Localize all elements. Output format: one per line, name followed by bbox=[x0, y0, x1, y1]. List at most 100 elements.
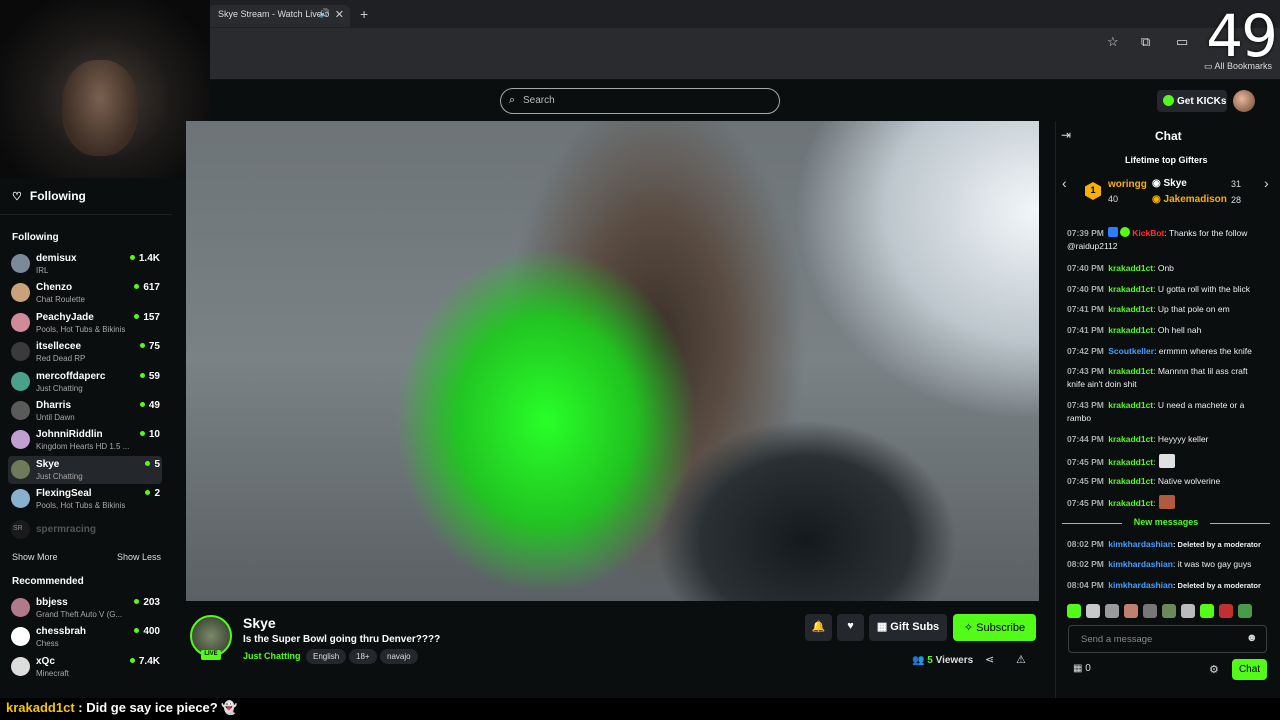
show-more-button[interactable]: Show More bbox=[12, 552, 58, 562]
speaker-icon[interactable]: 🔊 bbox=[319, 8, 330, 19]
emote-bar bbox=[1067, 604, 1272, 620]
share-icon[interactable]: ⋖ bbox=[985, 653, 994, 666]
message-username[interactable]: krakadd1ct bbox=[1108, 325, 1153, 335]
message-time: 08:02 PM bbox=[1067, 559, 1104, 569]
sidebar-item-chenzo[interactable]: Chenzo Chat Roulette 617 bbox=[8, 279, 162, 307]
chat-message: 07:41 PM krakadd1ct: Oh hell nah bbox=[1067, 324, 1267, 337]
chat-message: 07:40 PM krakadd1ct: Onb bbox=[1067, 262, 1267, 275]
emote[interactable] bbox=[1219, 604, 1233, 618]
gift-count[interactable]: ▦ 0 bbox=[1073, 663, 1091, 674]
message-username[interactable]: krakadd1ct bbox=[1108, 400, 1153, 410]
search-icon: ⌕ bbox=[509, 94, 516, 106]
search-input[interactable]: ⌕ Search bbox=[500, 88, 780, 114]
tag-mature[interactable]: 18+ bbox=[349, 649, 377, 664]
message-username[interactable]: kimkhardashian bbox=[1108, 539, 1173, 549]
gift-subs-button[interactable]: ▦ Gift Subs bbox=[869, 614, 947, 641]
follow-heart-button[interactable]: ♥ bbox=[837, 614, 864, 641]
viewer-count: 10 bbox=[139, 429, 160, 440]
stream-category[interactable]: Just Chatting bbox=[243, 651, 301, 661]
message-username[interactable]: krakadd1ct bbox=[1108, 366, 1153, 376]
channel-category: Just Chatting bbox=[36, 471, 83, 481]
emote[interactable] bbox=[1124, 604, 1138, 618]
avatar bbox=[11, 283, 30, 303]
message-username[interactable]: krakadd1ct bbox=[1108, 457, 1153, 467]
gifter-name[interactable]: woringg bbox=[1108, 179, 1147, 190]
sidebar-item-itsellecee[interactable]: itsellecee Red Dead RP 75 bbox=[8, 338, 162, 366]
emote[interactable] bbox=[1200, 604, 1214, 618]
channel-name: itsellecee bbox=[36, 341, 82, 353]
message-username[interactable]: krakadd1ct bbox=[1108, 304, 1153, 314]
message-username[interactable]: krakadd1ct bbox=[1108, 284, 1153, 294]
sidebar-item-chessbrah[interactable]: chessbrah Chess 400 bbox=[8, 623, 162, 651]
browser-tab[interactable]: Skye Stream - Watch Live o 🔊 ✕ bbox=[208, 5, 350, 27]
gifter-name[interactable]: ◉ Jakemadison bbox=[1152, 194, 1227, 205]
subscribe-button[interactable]: ✧ Subscribe bbox=[953, 614, 1036, 641]
sidebar-item-demisux[interactable]: demisux IRL 1.4K bbox=[8, 250, 162, 278]
message-username[interactable]: kimkhardashian bbox=[1108, 580, 1173, 590]
chat-input[interactable]: Send a message bbox=[1068, 625, 1267, 653]
search-placeholder: Search bbox=[523, 95, 555, 106]
emoji-icon[interactable]: ☻ bbox=[1246, 632, 1258, 644]
emote[interactable] bbox=[1105, 604, 1119, 618]
emote[interactable] bbox=[1162, 604, 1176, 618]
sidebar-item-johnniriddlin[interactable]: JohnniRiddlin Kingdom Hearts HD 1.5 ... 10 bbox=[8, 426, 162, 454]
new-tab-button[interactable]: + bbox=[360, 6, 368, 22]
sidebar-item-offline[interactable]: SR spermracing bbox=[8, 516, 162, 544]
sidebar-item-dharris[interactable]: Dharris Until Dawn 49 bbox=[8, 397, 162, 425]
viewer-count-value: 5 bbox=[154, 458, 160, 470]
viewer-count-value: 1.4K bbox=[138, 253, 160, 264]
message-username[interactable]: Scoutkeller bbox=[1108, 346, 1154, 356]
message-username[interactable]: kimkhardashian bbox=[1108, 559, 1173, 569]
message-time: 07:45 PM bbox=[1067, 476, 1104, 486]
extensions-icon[interactable]: ⧉ bbox=[1141, 34, 1150, 50]
user-avatar[interactable] bbox=[1233, 90, 1255, 112]
emote[interactable] bbox=[1067, 604, 1081, 618]
verified-badge-icon bbox=[1120, 227, 1131, 237]
sidebar-item-xqc[interactable]: xQc Minecraft 7.4K bbox=[8, 653, 162, 681]
streamer-name[interactable]: Skye bbox=[243, 615, 276, 631]
gifter-name[interactable]: ◉ Skye bbox=[1152, 178, 1187, 189]
message-username[interactable]: krakadd1ct bbox=[1108, 263, 1153, 273]
gear-icon[interactable]: ⚙ bbox=[1209, 663, 1219, 676]
tag-navajo[interactable]: navajo bbox=[380, 649, 418, 664]
new-messages-divider[interactable]: New messages bbox=[1062, 517, 1270, 529]
emote[interactable] bbox=[1238, 604, 1252, 618]
collapse-chat-icon[interactable]: ⇥ bbox=[1061, 128, 1071, 142]
message-time: 07:40 PM bbox=[1067, 284, 1104, 294]
emote[interactable] bbox=[1181, 604, 1195, 618]
sidebar-item-bbjess[interactable]: bbjess Grand Theft Auto V (G... 203 bbox=[8, 594, 162, 622]
message-time: 08:02 PM bbox=[1067, 539, 1104, 549]
channel-name: xQc bbox=[36, 655, 55, 667]
emote[interactable] bbox=[1143, 604, 1157, 618]
message-text: : it was two gay guys bbox=[1172, 559, 1252, 569]
sidebar-following-nav[interactable]: ♡ Following bbox=[12, 189, 86, 203]
show-less-button[interactable]: Show Less bbox=[117, 552, 161, 562]
notify-bell-button[interactable]: 🔔 bbox=[805, 614, 832, 641]
message-username[interactable]: KickBot bbox=[1132, 228, 1164, 238]
sidebar-item-mercoffdaperc[interactable]: mercoffdaperc Just Chatting 59 bbox=[8, 368, 162, 396]
sidebar-item-peachyjade[interactable]: PeachyJade Pools, Hot Tubs & Bikinis 157 bbox=[8, 309, 162, 337]
bookmark-star-icon[interactable]: ☆ bbox=[1107, 34, 1119, 50]
chat-send-button[interactable]: Chat bbox=[1232, 659, 1267, 680]
message-username[interactable]: krakadd1ct bbox=[1108, 498, 1153, 508]
emote[interactable] bbox=[1086, 604, 1100, 618]
message-username[interactable]: krakadd1ct bbox=[1108, 434, 1153, 444]
divider bbox=[1210, 523, 1270, 524]
avatar bbox=[11, 598, 30, 617]
chevron-left-icon[interactable]: ‹ bbox=[1062, 175, 1067, 191]
sidebar-item-skye[interactable]: Skye Just Chatting 5 bbox=[8, 455, 162, 484]
live-dot-icon bbox=[139, 343, 145, 349]
chat-input-placeholder: Send a message bbox=[1081, 634, 1153, 645]
cast-icon[interactable]: ▭ bbox=[1176, 34, 1188, 50]
message-text: : Up that pole on em bbox=[1153, 304, 1230, 314]
video-player[interactable] bbox=[186, 121, 1039, 601]
sidebar-item-flexingseal[interactable]: FlexingSeal Pools, Hot Tubs & Bikinis 2 bbox=[8, 485, 162, 513]
get-kicks-button[interactable]: Get KICKs bbox=[1157, 90, 1227, 112]
offline-avatar: SR bbox=[11, 520, 30, 539]
report-icon[interactable]: ⚠ bbox=[1016, 653, 1026, 666]
chevron-right-icon[interactable]: › bbox=[1264, 175, 1269, 191]
tab-close-button[interactable]: ✕ bbox=[335, 8, 344, 21]
message-username[interactable]: krakadd1ct bbox=[1108, 476, 1153, 486]
tag-language[interactable]: English bbox=[306, 649, 347, 664]
viewer-count: 75 bbox=[139, 341, 160, 352]
